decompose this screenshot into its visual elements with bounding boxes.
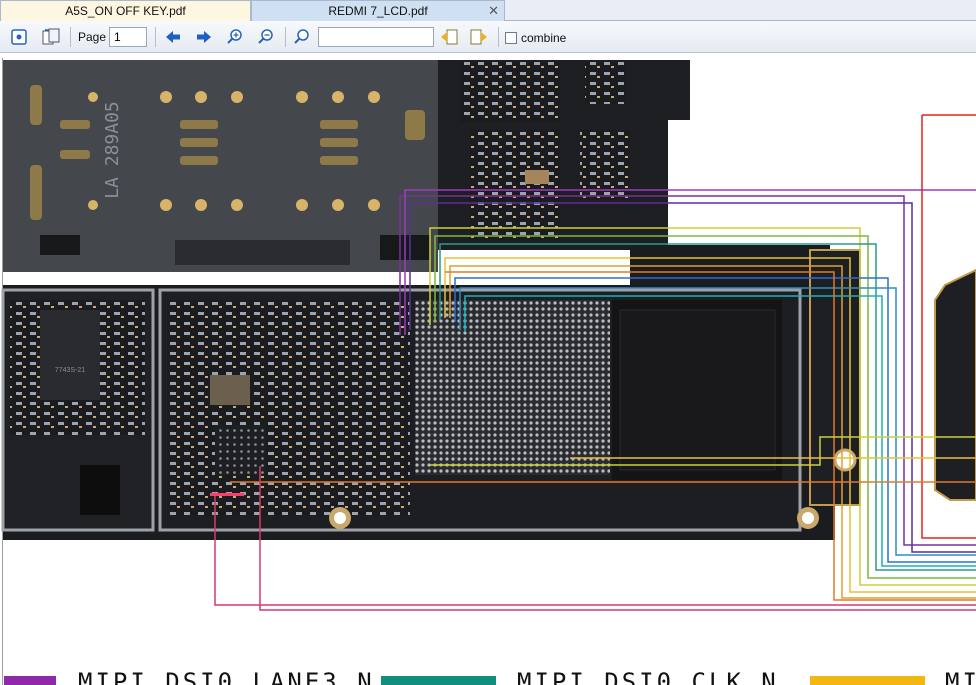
toolbar-separator bbox=[285, 27, 286, 47]
legend-label-lane3: MIPI_DSI0_LANE3_N bbox=[78, 668, 375, 685]
rotate-page-button[interactable] bbox=[40, 26, 62, 48]
find-next-icon bbox=[470, 29, 487, 45]
tab-bar: A5S_ON OFF KEY.pdf REDMI 7_LCD.pdf ✕ bbox=[0, 0, 976, 21]
find-previous-icon bbox=[441, 29, 458, 45]
combine-label: combine bbox=[521, 31, 567, 45]
right-partial-board bbox=[934, 268, 976, 501]
rotate-page-icon bbox=[42, 28, 60, 45]
tab-a5s-on-off-key[interactable]: A5S_ON OFF KEY.pdf bbox=[0, 0, 251, 21]
toolbar: Page 1 combine bbox=[0, 21, 976, 53]
search-button[interactable] bbox=[291, 26, 313, 48]
toolbar-separator bbox=[498, 27, 499, 47]
legend-swatch-third bbox=[810, 676, 925, 685]
toolbar-separator bbox=[155, 27, 156, 47]
pcb-schematic-image: 7743S-21 LA 289A05 bbox=[1, 60, 976, 611]
search-input[interactable] bbox=[318, 27, 434, 47]
zoom-out-button[interactable] bbox=[255, 26, 277, 48]
fit-page-icon bbox=[11, 29, 27, 45]
tab-label: REDMI 7_LCD.pdf bbox=[328, 4, 428, 18]
arrow-left-icon bbox=[166, 31, 180, 43]
legend-label-clk: MIPI_DSI0_CLK_N bbox=[517, 668, 779, 685]
page-number-input[interactable]: 1 bbox=[109, 27, 147, 47]
find-next-button[interactable] bbox=[468, 26, 490, 48]
zoom-out-icon bbox=[258, 29, 273, 44]
legend-swatch-lane3 bbox=[4, 676, 56, 685]
close-icon[interactable]: ✕ bbox=[488, 1, 499, 21]
zoom-in-button[interactable] bbox=[224, 26, 246, 48]
legend-swatch-clk bbox=[381, 676, 496, 685]
search-icon bbox=[294, 29, 309, 44]
combine-checkbox[interactable] bbox=[505, 32, 517, 44]
zoom-in-icon bbox=[227, 29, 242, 44]
pdf-viewer-window: A5S_ON OFF KEY.pdf REDMI 7_LCD.pdf ✕ Page… bbox=[0, 0, 976, 685]
previous-page-button[interactable] bbox=[162, 26, 184, 48]
next-page-button[interactable] bbox=[193, 26, 215, 48]
tab-redmi7-lcd[interactable]: REDMI 7_LCD.pdf ✕ bbox=[251, 0, 505, 21]
find-previous-button[interactable] bbox=[438, 26, 460, 48]
tab-label: A5S_ON OFF KEY.pdf bbox=[65, 4, 186, 18]
board-label: LA 289A05 bbox=[102, 101, 123, 199]
legend-label-third: MI bbox=[945, 668, 976, 685]
arrow-right-icon bbox=[197, 31, 211, 43]
fit-page-button[interactable] bbox=[8, 26, 30, 48]
chip-label: 7743S-21 bbox=[55, 367, 85, 374]
toolbar-separator bbox=[70, 27, 71, 47]
page-label: Page bbox=[78, 30, 107, 44]
